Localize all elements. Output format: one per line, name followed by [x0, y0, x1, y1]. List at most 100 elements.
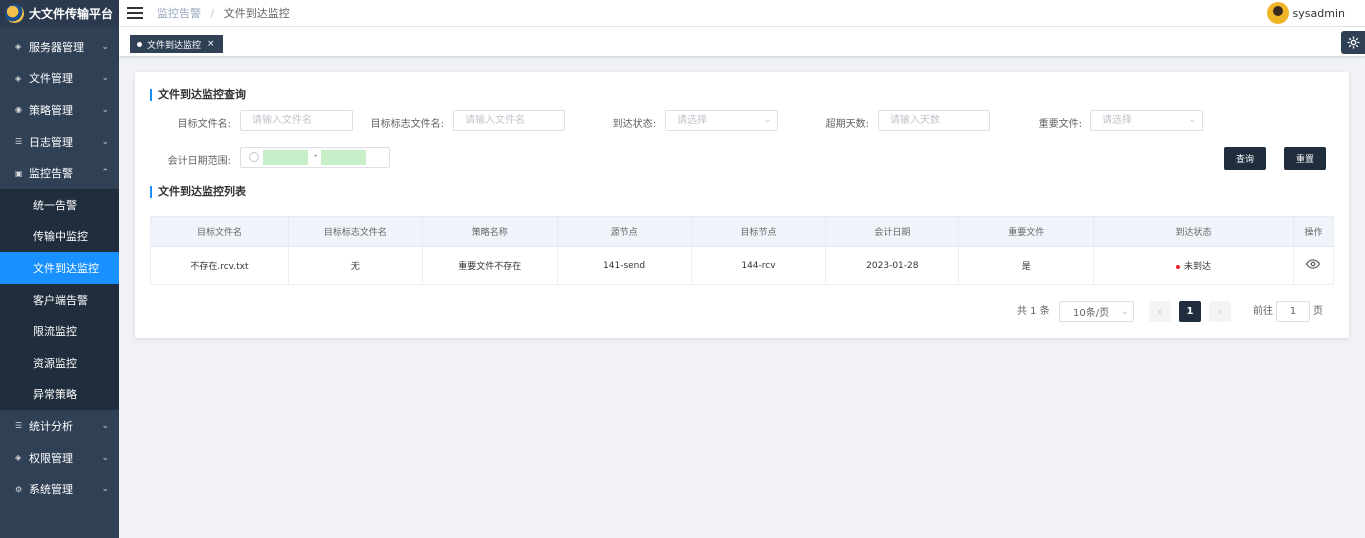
hamburger-icon[interactable]: [127, 7, 143, 19]
status-text: 未到达: [1184, 262, 1212, 272]
sidebar-item-stats[interactable]: ☰ 统计分析 ⌄: [0, 410, 119, 442]
cell-status: 未到达: [1093, 246, 1294, 285]
sidebar-subitem-exception[interactable]: 异常策略: [0, 378, 119, 411]
chevron-down-icon: ⌄: [101, 136, 109, 147]
important-file-select[interactable]: 请选择 ⌄: [1090, 110, 1203, 131]
stats-icon: ☰: [15, 421, 23, 431]
table-header-row: 目标文件名 目标标志文件名 策略名称 源节点 目标节点 会计日期 重要文件 到达…: [150, 216, 1335, 247]
flag-file-input[interactable]: 请输入文件名: [453, 110, 565, 131]
tab-arrival-monitor[interactable]: 文件到达监控 ×: [130, 35, 223, 53]
sidebar: 大文件传输平台 ◈ 服务器管理 ⌄ ◈ 文件管理 ⌄ ◉ 策略管理 ⌄ ☰ 日志…: [0, 0, 119, 538]
column-header: 目标文件名: [150, 216, 289, 247]
chevron-down-icon: ⌄: [1188, 115, 1196, 125]
cell-target-node: 144-rcv: [690, 246, 827, 285]
column-header: 目标节点: [690, 216, 827, 247]
column-header: 操作: [1292, 216, 1335, 247]
sidebar-item-monitor[interactable]: ▣ 监控告警 ⌃: [0, 157, 119, 189]
logo: 大文件传输平台: [0, 0, 119, 27]
important-file-placeholder: 请选择: [1102, 115, 1132, 126]
sidebar-subitem-arrival-monitor[interactable]: 文件到达监控: [0, 252, 119, 284]
breadcrumb-parent[interactable]: 监控告警: [157, 7, 201, 20]
main-card: 文件到达监控查询 目标文件名: 请输入文件名 目标标志文件名: 请输入文件名 到…: [135, 72, 1349, 338]
sidebar-item-permission[interactable]: ◈ 权限管理 ⌄: [0, 442, 119, 474]
goto-page-input[interactable]: 1: [1276, 301, 1310, 322]
settings-button[interactable]: [1341, 31, 1365, 54]
eye-icon[interactable]: [1306, 259, 1321, 269]
pagination-total: 共 1 条: [1017, 306, 1050, 317]
arrival-status-select[interactable]: 请选择 ⌄: [665, 110, 778, 131]
column-header: 到达状态: [1093, 216, 1294, 247]
search-button[interactable]: 查询: [1224, 147, 1266, 170]
system-icon: ⚙: [15, 484, 23, 494]
date-range-picker[interactable]: -: [240, 147, 390, 168]
sidebar-item-system[interactable]: ⚙ 系统管理 ⌄: [0, 473, 119, 505]
server-icon: ◈: [15, 42, 22, 52]
sidebar-item-label: 监控告警: [29, 167, 73, 181]
chevron-down-icon: ⌄: [101, 484, 109, 495]
close-icon[interactable]: ×: [207, 39, 215, 49]
tags-bar: 文件到达监控 ×: [119, 27, 1365, 57]
cell-important: 是: [958, 246, 1095, 285]
chevron-down-icon: ⌄: [101, 73, 109, 84]
flag-file-label: 目标标志文件名:: [370, 119, 444, 130]
avatar: [1266, 2, 1289, 24]
sidebar-subitem-rate-limit[interactable]: 限流监控: [0, 315, 119, 347]
sidebar-item-files[interactable]: ◈ 文件管理 ⌄: [0, 63, 119, 95]
prev-page-button[interactable]: ‹: [1149, 301, 1171, 322]
breadcrumb-separator: /: [210, 7, 215, 20]
chevron-down-icon: ⌄: [763, 115, 771, 125]
sidebar-item-policy[interactable]: ◉ 策略管理 ⌄: [0, 94, 119, 126]
sidebar-item-label: 系统管理: [29, 483, 73, 497]
cell-policy: 重要文件不存在: [421, 246, 558, 285]
page-size-select[interactable]: 10条/页 ⌄: [1059, 301, 1134, 322]
sidebar-item-label: 文件管理: [29, 72, 73, 86]
sidebar-item-label: 权限管理: [29, 451, 73, 465]
end-date-field[interactable]: [321, 150, 366, 165]
chevron-up-icon: ⌃: [101, 168, 109, 179]
cell-source-node: 141-send: [556, 246, 692, 285]
reset-button[interactable]: 重置: [1284, 147, 1326, 170]
username: sysadmin: [1292, 6, 1345, 20]
gear-icon: [1347, 36, 1359, 49]
user-menu[interactable]: sysadmin: [1266, 2, 1345, 24]
column-header: 源节点: [556, 216, 692, 247]
sidebar-subitem-transfer-monitor[interactable]: 传输中监控: [0, 220, 119, 253]
query-section-title: 文件到达监控查询: [150, 89, 246, 101]
sidebar-subitem-resource[interactable]: 资源监控: [0, 346, 119, 379]
sidebar-item-logs[interactable]: ☰ 日志管理 ⌄: [0, 126, 119, 158]
sidebar-subitem-client-alert[interactable]: 客户端告警: [0, 283, 119, 316]
clock-icon: [249, 152, 259, 162]
sidebar-item-label: 日志管理: [29, 135, 73, 149]
cell-actions: [1292, 246, 1335, 285]
sidebar-item-label: 策略管理: [29, 103, 73, 117]
next-page-button[interactable]: ›: [1209, 301, 1231, 322]
page-number-current[interactable]: 1: [1179, 301, 1201, 322]
cell-flag-file: 无: [287, 246, 423, 285]
status-dot-icon: [1176, 264, 1181, 269]
arrival-monitor-table: 目标文件名 目标标志文件名 策略名称 源节点 目标节点 会计日期 重要文件 到达…: [150, 216, 1335, 285]
sidebar-subitem-unified-alert[interactable]: 统一告警: [0, 188, 119, 221]
column-header: 策略名称: [421, 216, 558, 247]
page-unit-label: 页: [1313, 306, 1323, 317]
column-header: 目标标志文件名: [287, 216, 423, 247]
arrival-status-label: 到达状态:: [612, 119, 656, 130]
permission-icon: ◈: [15, 453, 22, 463]
overdue-days-input[interactable]: 请输入天数: [878, 110, 990, 131]
tab-label: 文件到达监控: [147, 40, 202, 51]
app-title: 大文件传输平台: [29, 7, 114, 21]
start-date-field[interactable]: [263, 150, 308, 165]
arrival-status-placeholder: 请选择: [677, 115, 707, 126]
target-file-input[interactable]: 请输入文件名: [240, 110, 353, 131]
target-file-label: 目标文件名:: [177, 119, 231, 130]
chevron-left-icon: ‹: [1157, 305, 1163, 318]
overdue-days-label: 超期天数:: [825, 119, 869, 130]
active-dot-icon: [137, 41, 142, 47]
logo-icon: [5, 4, 24, 23]
sidebar-item-server[interactable]: ◈ 服务器管理 ⌄: [0, 31, 119, 63]
chevron-down-icon: ⌄: [1120, 306, 1129, 317]
table-row[interactable]: 不存在.rcv.txt 无 重要文件不存在 141-send 144-rcv 2…: [150, 246, 1335, 285]
list-section-title: 文件到达监控列表: [150, 186, 246, 198]
policy-icon: ◉: [15, 105, 22, 115]
log-icon: ☰: [15, 137, 23, 147]
date-range-label: 会计日期范围:: [167, 156, 231, 167]
